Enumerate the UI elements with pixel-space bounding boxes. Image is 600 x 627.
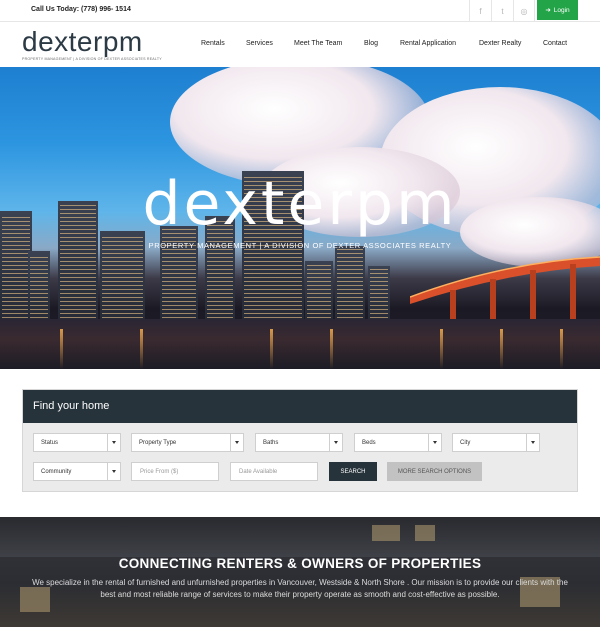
facebook-icon[interactable]: f [469, 0, 491, 22]
city-select[interactable]: City [452, 433, 540, 452]
search-panel: Find your home Status Property Type Bath… [22, 389, 578, 492]
login-button[interactable]: ➜ Login [537, 0, 578, 20]
baths-select[interactable]: Baths [255, 433, 343, 452]
chevron-down-icon [526, 434, 539, 451]
chevron-down-icon [107, 463, 120, 480]
nav-dexter-realty[interactable]: Dexter Realty [479, 40, 521, 47]
nav-contact[interactable]: Contact [543, 40, 567, 47]
nav-services[interactable]: Services [246, 40, 273, 47]
chevron-down-icon [107, 434, 120, 451]
hero-subtitle: PROPERTY MANAGEMENT | A DIVISION OF DEXT… [148, 241, 452, 250]
building [368, 266, 390, 321]
banner-heading: CONNECTING RENTERS & OWNERS OF PROPERTIE… [118, 556, 482, 571]
building [335, 246, 365, 321]
more-search-options-button[interactable]: MORE SEARCH OPTIONS [387, 462, 482, 481]
date-available-input[interactable]: Date Available [230, 462, 318, 481]
chevron-down-icon [230, 434, 243, 451]
logo[interactable]: dexterpm [22, 27, 143, 57]
beds-select[interactable]: Beds [354, 433, 442, 452]
community-select[interactable]: Community [33, 462, 121, 481]
logo-pm: pm [102, 26, 143, 57]
login-icon: ➜ [545, 7, 551, 14]
about-banner: CONNECTING RENTERS & OWNERS OF PROPERTIE… [0, 517, 600, 627]
hero-title: dexterpm [142, 169, 458, 239]
banner-text: We specialize in the rental of furnished… [32, 578, 568, 599]
top-bar: Call Us Today: (778) 996- 1514 f t ◎ ➜ L… [0, 0, 600, 22]
phone-number: Call Us Today: (778) 996- 1514 [31, 6, 131, 13]
city-value: City [460, 439, 471, 446]
baths-value: Baths [263, 439, 279, 446]
twitter-icon[interactable]: t [491, 0, 513, 22]
search-heading: Find your home [33, 400, 110, 412]
hero-banner: dexterpm PROPERTY MANAGEMENT | A DIVISIO… [0, 67, 600, 369]
bridge-illustration [410, 256, 600, 320]
nav-rental-application[interactable]: Rental Application [400, 40, 456, 47]
nav-blog[interactable]: Blog [364, 40, 378, 47]
chevron-down-icon [329, 434, 342, 451]
login-label: Login [553, 6, 570, 14]
logo-word: dexter [22, 26, 103, 57]
status-select-value: Status [41, 439, 59, 446]
nav-meet-the-team[interactable]: Meet The Team [294, 40, 342, 47]
search-header: Find your home [23, 390, 577, 423]
nav-rentals[interactable]: Rentals [201, 40, 225, 47]
building [305, 261, 333, 321]
property-type-select[interactable]: Property Type [131, 433, 244, 452]
chevron-down-icon [428, 434, 441, 451]
beds-value: Beds [362, 439, 376, 446]
instagram-icon[interactable]: ◎ [513, 0, 535, 22]
community-value: Community [41, 468, 72, 475]
property-type-value: Property Type [139, 439, 177, 446]
building [28, 251, 50, 321]
water [0, 319, 600, 369]
price-from-input[interactable]: Price From ($) [131, 462, 219, 481]
status-select[interactable]: Status [33, 433, 121, 452]
site-header: dexterpm PROPERTY MANAGEMENT | A DIVISIO… [0, 22, 600, 67]
search-button[interactable]: SEARCH [329, 462, 377, 481]
logo-tagline: PROPERTY MANAGEMENT | A DIVISION OF DEXT… [22, 57, 162, 61]
